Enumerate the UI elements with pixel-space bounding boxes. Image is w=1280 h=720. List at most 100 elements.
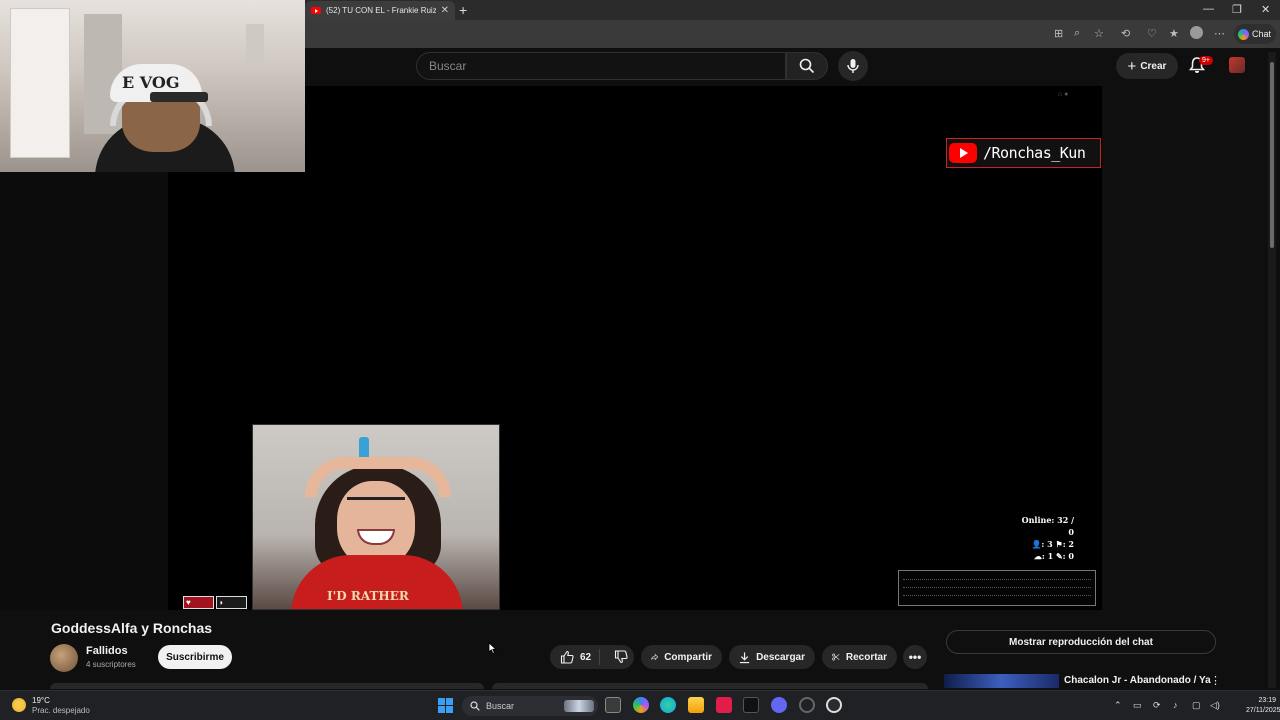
copilot-icon	[1238, 28, 1249, 40]
description-box[interactable]	[50, 683, 484, 689]
share-arrow-icon	[651, 653, 659, 661]
cap-brim	[150, 92, 208, 102]
weather-temperature[interactable]: 19°C	[32, 696, 50, 705]
taskbar-search-icon	[470, 701, 480, 711]
like-count: 62	[580, 651, 592, 663]
health-heart-icon: ♥	[183, 596, 214, 609]
close-tab-icon[interactable]: ✕	[441, 5, 449, 16]
address-field[interactable]	[305, 24, 1045, 44]
search-highlight-image	[564, 700, 594, 712]
profile-icon[interactable]	[1190, 26, 1203, 39]
weather-sun-icon[interactable]	[12, 698, 26, 712]
download-label: Descargar	[756, 651, 805, 663]
game-hud-icons: ♥ ◗	[183, 596, 253, 609]
taskbar-search-label: Buscar	[486, 701, 515, 711]
recommended-video-thumbnail[interactable]	[944, 674, 1059, 688]
resource-warning-box	[898, 570, 1096, 606]
close-window-button[interactable]: ✕	[1261, 3, 1270, 16]
youtube-logo-icon	[949, 143, 977, 163]
recommended-video-title[interactable]: Chacalon Jr - Abandonado / Ya	[1064, 675, 1211, 686]
thumbs-up-icon	[560, 650, 574, 664]
guest-glasses	[347, 497, 405, 511]
messenger-icon[interactable]	[771, 697, 787, 713]
video-title: GoddessAlfa y Ronchas	[51, 620, 213, 636]
more-dots-icon: •••	[908, 650, 922, 664]
tab-title: (52) TU CON EL - Frankie Ruiz (Le	[326, 6, 436, 15]
weather-description[interactable]: Prac. despejado	[32, 706, 90, 715]
app-available-icon[interactable]: ⊞	[1054, 27, 1063, 40]
more-options-icon[interactable]: ⋯	[1214, 27, 1225, 40]
thumbs-down-icon	[615, 650, 628, 664]
copilot-app-icon[interactable]	[633, 697, 649, 713]
obs-studio-icon[interactable]	[799, 697, 815, 713]
youtube-favicon-icon	[311, 7, 321, 14]
online-players-stats: 👤: 3 ⚑: 2	[1031, 539, 1074, 549]
online-stats: Online: 32 / 0 👤: 3 ⚑: 2 ☁: 1 ✎: 0	[1018, 514, 1074, 562]
copilot-chat-button[interactable]: Chat	[1234, 24, 1276, 44]
share-label: Compartir	[664, 651, 712, 663]
extensions-icon[interactable]: ⟲	[1121, 27, 1130, 40]
dislike-button[interactable]	[606, 650, 636, 664]
share-button[interactable]: Compartir	[641, 645, 722, 669]
wps-office-icon[interactable]	[716, 697, 732, 713]
secondary-column	[1102, 86, 1268, 610]
scissors-icon	[832, 653, 840, 661]
clip-button[interactable]: Recortar	[822, 645, 897, 669]
tray-microphone-icon[interactable]: ♪	[1173, 700, 1178, 710]
like-button[interactable]: 62	[550, 649, 601, 665]
clip-label: Recortar	[845, 651, 887, 663]
online-count: Online: 32 / 0	[1021, 515, 1074, 537]
channel-avatar[interactable]	[50, 644, 78, 672]
microphone-icon	[847, 59, 859, 73]
page-scrollbar-thumb[interactable]	[1270, 62, 1274, 248]
task-view-icon[interactable]	[605, 697, 621, 713]
notification-count-badge: 9+	[1199, 56, 1213, 65]
create-label: Crear	[1140, 60, 1167, 72]
file-explorer-icon[interactable]	[688, 697, 704, 713]
create-button[interactable]: + Crear	[1116, 53, 1178, 79]
recommended-more-icon[interactable]: ⋮	[1210, 674, 1221, 687]
player-side-margin	[0, 172, 168, 610]
browser-essentials-icon[interactable]: ♡	[1147, 27, 1157, 40]
more-actions-button[interactable]: •••	[903, 645, 927, 669]
download-icon	[739, 651, 750, 663]
windows-start-icon[interactable]	[438, 698, 453, 713]
minimize-button[interactable]: —	[1203, 3, 1214, 15]
browser-tab[interactable]: (52) TU CON EL - Frankie Ruiz (Le ✕	[305, 1, 455, 20]
chrome-icon[interactable]	[826, 697, 842, 713]
address-bar-row	[305, 20, 1280, 48]
download-button[interactable]: Descargar	[729, 645, 815, 669]
taskbar-search[interactable]: Buscar	[462, 696, 598, 716]
tray-printer-icon[interactable]: ▭	[1133, 700, 1142, 711]
show-chat-replay-button[interactable]: Mostrar reproducción del chat	[946, 630, 1216, 654]
edge-browser-icon[interactable]	[660, 697, 676, 713]
channel-name[interactable]: Fallidos	[86, 645, 128, 657]
like-dislike-group: 62	[550, 645, 634, 669]
subscribe-button[interactable]: Suscribirme	[158, 645, 232, 669]
tray-sync-icon[interactable]: ⟳	[1153, 700, 1161, 711]
zoom-icon[interactable]: ⌕	[1074, 27, 1080, 40]
taskbar-clock[interactable]: 23:19 27/11/2025	[1246, 696, 1280, 716]
tray-volume-icon[interactable]: ◁)	[1210, 700, 1220, 711]
stream-watermark: ⌂ ●	[1058, 91, 1069, 98]
favorites-icon[interactable]: ★	[1169, 27, 1179, 40]
search-input[interactable]: Buscar	[416, 52, 786, 80]
voice-search-button[interactable]	[838, 51, 868, 81]
door-background	[10, 8, 70, 158]
capcut-icon[interactable]	[743, 697, 759, 713]
chat-label: Chat	[1252, 29, 1272, 39]
search-button[interactable]	[786, 52, 828, 80]
tray-display-icon[interactable]: ▢	[1192, 700, 1201, 711]
account-avatar[interactable]	[1229, 57, 1245, 73]
restore-button[interactable]: ❐	[1232, 3, 1242, 16]
streamer-webcam-overlay: E VOG	[0, 0, 305, 172]
tray-chevron-icon[interactable]: ⌃	[1114, 700, 1122, 711]
new-tab-button[interactable]: +	[459, 1, 467, 19]
clock-time: 23:19	[1258, 697, 1276, 704]
favorite-star-icon[interactable]: ☆	[1094, 27, 1104, 40]
cap-text: E VOG	[122, 73, 180, 92]
comments-box[interactable]	[492, 683, 928, 689]
guest-webcam-video: I'D RATHER	[252, 424, 500, 610]
armor-shield-icon: ◗	[216, 596, 247, 609]
clock-date: 27/11/2025	[1246, 707, 1280, 714]
